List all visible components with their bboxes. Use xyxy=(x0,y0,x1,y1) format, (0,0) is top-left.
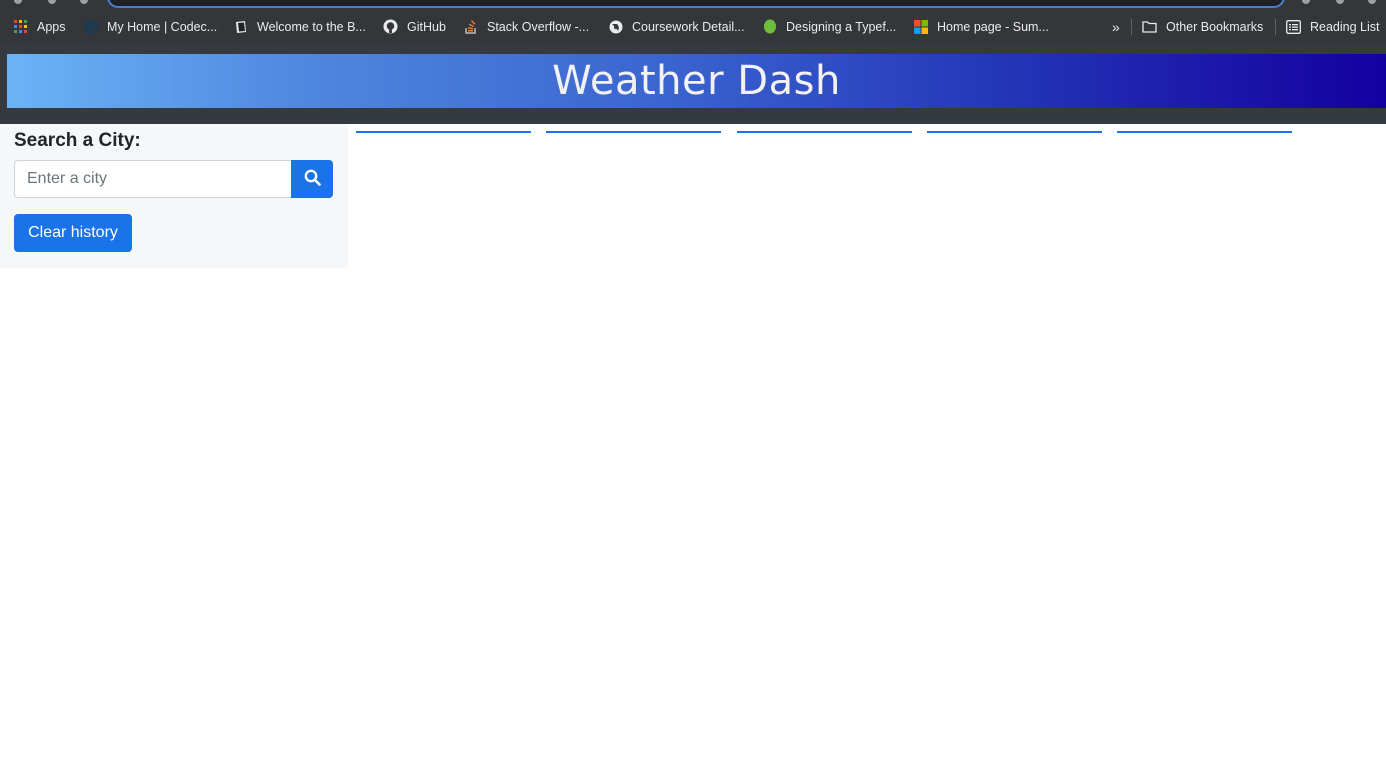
page-header: Weather Dash xyxy=(0,44,1386,124)
forecast-card xyxy=(927,131,1102,133)
page-title: Weather Dash xyxy=(552,58,841,104)
search-button[interactable] xyxy=(291,160,333,198)
clear-history-button[interactable]: Clear history xyxy=(14,214,132,252)
reload-icon[interactable] xyxy=(80,0,88,4)
reading-list-button[interactable]: Reading List xyxy=(1286,9,1380,44)
search-sidebar: Search a City: Clear history xyxy=(0,124,348,268)
bookmarks-bar: Apps My Home | Codec... Welcome to the B… xyxy=(0,9,1386,44)
forecast-card xyxy=(546,131,721,133)
extensions-icon[interactable] xyxy=(1302,0,1310,4)
bookmark-label: Designing a Typef... xyxy=(786,19,897,34)
bookmark-label: Apps xyxy=(37,19,66,34)
forward-icon[interactable] xyxy=(48,0,56,4)
bookmark-github[interactable]: GitHub xyxy=(383,9,446,44)
bookmark-label: Welcome to the B... xyxy=(257,19,366,34)
apps-grid-icon xyxy=(13,19,28,34)
codecademy-icon xyxy=(83,19,98,34)
city-search-input[interactable] xyxy=(14,160,292,198)
menu-icon[interactable] xyxy=(1368,0,1376,4)
reading-list-icon xyxy=(1286,19,1301,34)
bookmark-stackoverflow[interactable]: Stack Overflow -... xyxy=(463,9,589,44)
microsoft-icon xyxy=(913,19,928,34)
bookmark-coursework[interactable]: Coursework Detail... xyxy=(608,9,745,44)
browser-toolbar xyxy=(0,0,1386,9)
forecast-card xyxy=(737,131,912,133)
github-icon xyxy=(383,19,398,34)
bookmark-apps[interactable]: Apps xyxy=(13,9,66,44)
back-icon[interactable] xyxy=(14,0,22,4)
other-bookmarks-button[interactable]: Other Bookmarks xyxy=(1142,9,1263,44)
bookmark-designing[interactable]: Designing a Typef... xyxy=(762,9,896,44)
bookmark-codecademy[interactable]: My Home | Codec... xyxy=(83,9,217,44)
title-banner: Weather Dash xyxy=(7,54,1386,108)
chevron-double-right-icon: » xyxy=(1112,18,1120,35)
bookmark-label: My Home | Codec... xyxy=(107,19,218,34)
bookmarks-divider xyxy=(1275,19,1276,35)
bookmark-label: GitHub xyxy=(407,19,446,34)
other-bookmarks-label: Other Bookmarks xyxy=(1166,19,1264,34)
search-heading: Search a City: xyxy=(14,130,141,151)
bookmark-label: Home page - Sum... xyxy=(937,19,1049,34)
profile-avatar[interactable] xyxy=(1336,0,1344,4)
reading-list-label: Reading List xyxy=(1310,19,1380,34)
bookmarks-divider xyxy=(1131,19,1132,35)
bookmark-label: Coursework Detail... xyxy=(632,19,745,34)
globe-icon xyxy=(608,19,623,34)
bookmark-label: Stack Overflow -... xyxy=(487,19,590,34)
bookmark-welcome[interactable]: Welcome to the B... xyxy=(233,9,366,44)
leaf-icon xyxy=(762,19,777,34)
forecast-card xyxy=(356,131,531,133)
stackoverflow-icon xyxy=(463,19,478,34)
bookmarks-overflow-button[interactable]: » xyxy=(1112,9,1120,44)
forecast-card xyxy=(1117,131,1292,133)
search-icon xyxy=(304,169,321,189)
address-bar[interactable] xyxy=(107,0,1285,8)
book-icon xyxy=(233,19,248,34)
folder-icon xyxy=(1142,19,1157,34)
bookmark-homepage[interactable]: Home page - Sum... xyxy=(913,9,1049,44)
